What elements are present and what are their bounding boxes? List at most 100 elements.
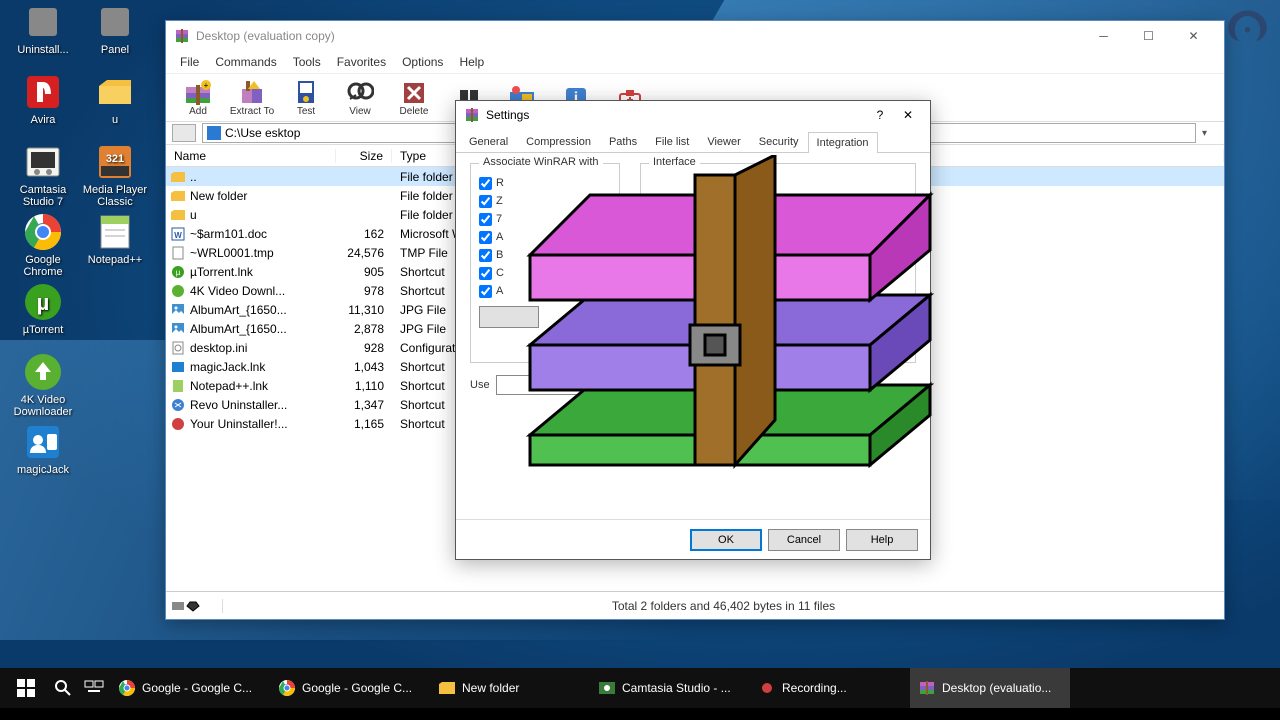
group-label: Associate WinRAR with: [479, 156, 603, 168]
settings-body: Associate WinRAR with R Z 7 A B C A Inte…: [456, 153, 930, 519]
assoc-checkbox[interactable]: 7: [479, 210, 611, 228]
window-title: Desktop (evaluation copy): [196, 29, 335, 43]
toolbar-test[interactable]: Test: [280, 75, 332, 121]
assoc-checkbox[interactable]: B: [479, 246, 611, 264]
desktop-icon[interactable]: magicJack: [8, 420, 78, 490]
group-label: Interface: [649, 156, 700, 168]
taskbar: Google - Google C...Google - Google C...…: [0, 668, 1280, 708]
desktop-icons-col2: Panelu321Media Player ClassicNotepad++: [80, 0, 150, 280]
windows-icon: [17, 679, 35, 697]
file-icon: µ: [170, 265, 186, 279]
chrome-icon: [118, 679, 136, 697]
folder-icon: [438, 679, 456, 697]
winrar-icon: [174, 28, 190, 44]
file-icon: [170, 322, 186, 336]
start-button[interactable]: [4, 668, 48, 708]
tab-integration[interactable]: Integration: [808, 132, 878, 153]
menu-help[interactable]: Help: [451, 53, 492, 71]
svg-text:W: W: [174, 231, 182, 240]
file-icon: [170, 398, 186, 412]
path-dropdown[interactable]: ▾: [1202, 128, 1218, 139]
taskbar-item[interactable]: Desktop (evaluatio...: [910, 668, 1070, 708]
file-icon: [170, 189, 186, 203]
drive-icon: [207, 126, 221, 140]
settings-close-button[interactable]: ✕: [894, 108, 922, 122]
file-icon: [170, 246, 186, 260]
search-icon[interactable]: [48, 679, 78, 697]
file-icon: [170, 303, 186, 317]
taskbar-item[interactable]: Camtasia Studio - ...: [590, 668, 750, 708]
toolbar-extract-to[interactable]: Extract To: [226, 75, 278, 121]
menu-favorites[interactable]: Favorites: [329, 53, 394, 71]
tab-viewer[interactable]: Viewer: [698, 131, 749, 152]
desktop-icon[interactable]: 321Media Player Classic: [80, 140, 150, 210]
toggle-all-button[interactable]: [479, 306, 539, 328]
settings-buttons: OK Cancel Help: [456, 519, 930, 559]
settings-dialog: Settings ? ✕ GeneralCompressionPathsFile…: [455, 100, 931, 560]
tab-security[interactable]: Security: [750, 131, 808, 152]
settings-tabs: GeneralCompressionPathsFile listViewerSe…: [456, 129, 930, 153]
file-icon: W: [170, 227, 186, 241]
assoc-checkbox[interactable]: A: [479, 228, 611, 246]
desktop-icons-col1: Uninstall...AviraCamtasia Studio 7Google…: [8, 0, 78, 490]
task-view-icon[interactable]: [78, 680, 110, 696]
cancel-button[interactable]: Cancel: [768, 529, 840, 551]
svg-text:µ: µ: [176, 268, 181, 277]
menubar: FileCommandsToolsFavoritesOptionsHelp: [166, 51, 1224, 73]
svg-text:321: 321: [106, 153, 124, 165]
settings-help-button[interactable]: ?: [866, 108, 894, 122]
tab-file-list[interactable]: File list: [646, 131, 698, 152]
up-button[interactable]: [172, 124, 196, 142]
col-size[interactable]: Size: [336, 149, 392, 163]
settings-titlebar[interactable]: Settings ? ✕: [456, 101, 930, 129]
maximize-button[interactable]: ☐: [1126, 22, 1171, 50]
desktop-icon[interactable]: u: [80, 70, 150, 140]
dragon-watermark: [1220, 5, 1275, 60]
status-bar: Total 2 folders and 46,402 bytes in 11 f…: [166, 591, 1224, 619]
menu-options[interactable]: Options: [394, 53, 451, 71]
menu-tools[interactable]: Tools: [285, 53, 329, 71]
svg-text:+: +: [204, 81, 209, 90]
taskbar-item[interactable]: Google - Google C...: [270, 668, 430, 708]
camtasia-icon: [598, 679, 616, 697]
assoc-checkbox[interactable]: Z: [479, 192, 611, 210]
close-button[interactable]: ✕: [1171, 22, 1216, 50]
ok-button[interactable]: OK: [690, 529, 762, 551]
winrar-icon: [464, 107, 480, 123]
toolbar-add[interactable]: +Add: [172, 75, 224, 121]
desktop-icon[interactable]: Uninstall...: [8, 0, 78, 70]
interface-group: Interface: [640, 163, 916, 363]
desktop-icon[interactable]: µµTorrent: [8, 280, 78, 350]
tab-paths[interactable]: Paths: [600, 131, 646, 152]
file-icon: [170, 360, 186, 374]
desktop-icon[interactable]: Avira: [8, 70, 78, 140]
chrome-icon: [278, 679, 296, 697]
assoc-checkbox[interactable]: R: [479, 174, 611, 192]
desktop-icon[interactable]: 4K Video Downloader: [8, 350, 78, 420]
taskbar-item[interactable]: New folder: [430, 668, 590, 708]
col-name[interactable]: Name: [166, 149, 336, 163]
desktop-icon[interactable]: Google Chrome: [8, 210, 78, 280]
winrar-icon: [918, 679, 936, 697]
menu-commands[interactable]: Commands: [207, 53, 284, 71]
tab-general[interactable]: General: [460, 131, 517, 152]
file-icon: [170, 341, 186, 355]
toolbar-view[interactable]: View: [334, 75, 386, 121]
desktop-icon[interactable]: Notepad++: [80, 210, 150, 280]
minimize-button[interactable]: ─: [1081, 22, 1126, 50]
desktop-icon[interactable]: Camtasia Studio 7: [8, 140, 78, 210]
assoc-checkbox[interactable]: C: [479, 264, 611, 282]
help-button[interactable]: Help: [846, 529, 918, 551]
file-icon: [170, 170, 186, 184]
taskbar-item[interactable]: Google - Google C...: [110, 668, 270, 708]
file-icon: [170, 417, 186, 431]
toolbar-delete[interactable]: Delete: [388, 75, 440, 121]
user-input[interactable]: [496, 375, 616, 395]
titlebar[interactable]: Desktop (evaluation copy) ─ ☐ ✕: [166, 21, 1224, 51]
desktop-icon[interactable]: Panel: [80, 0, 150, 70]
tab-compression[interactable]: Compression: [517, 131, 600, 152]
menu-file[interactable]: File: [172, 53, 207, 71]
assoc-checkbox[interactable]: A: [479, 282, 611, 300]
status-text: Total 2 folders and 46,402 bytes in 11 f…: [222, 599, 1224, 613]
taskbar-item[interactable]: Recording...: [750, 668, 910, 708]
